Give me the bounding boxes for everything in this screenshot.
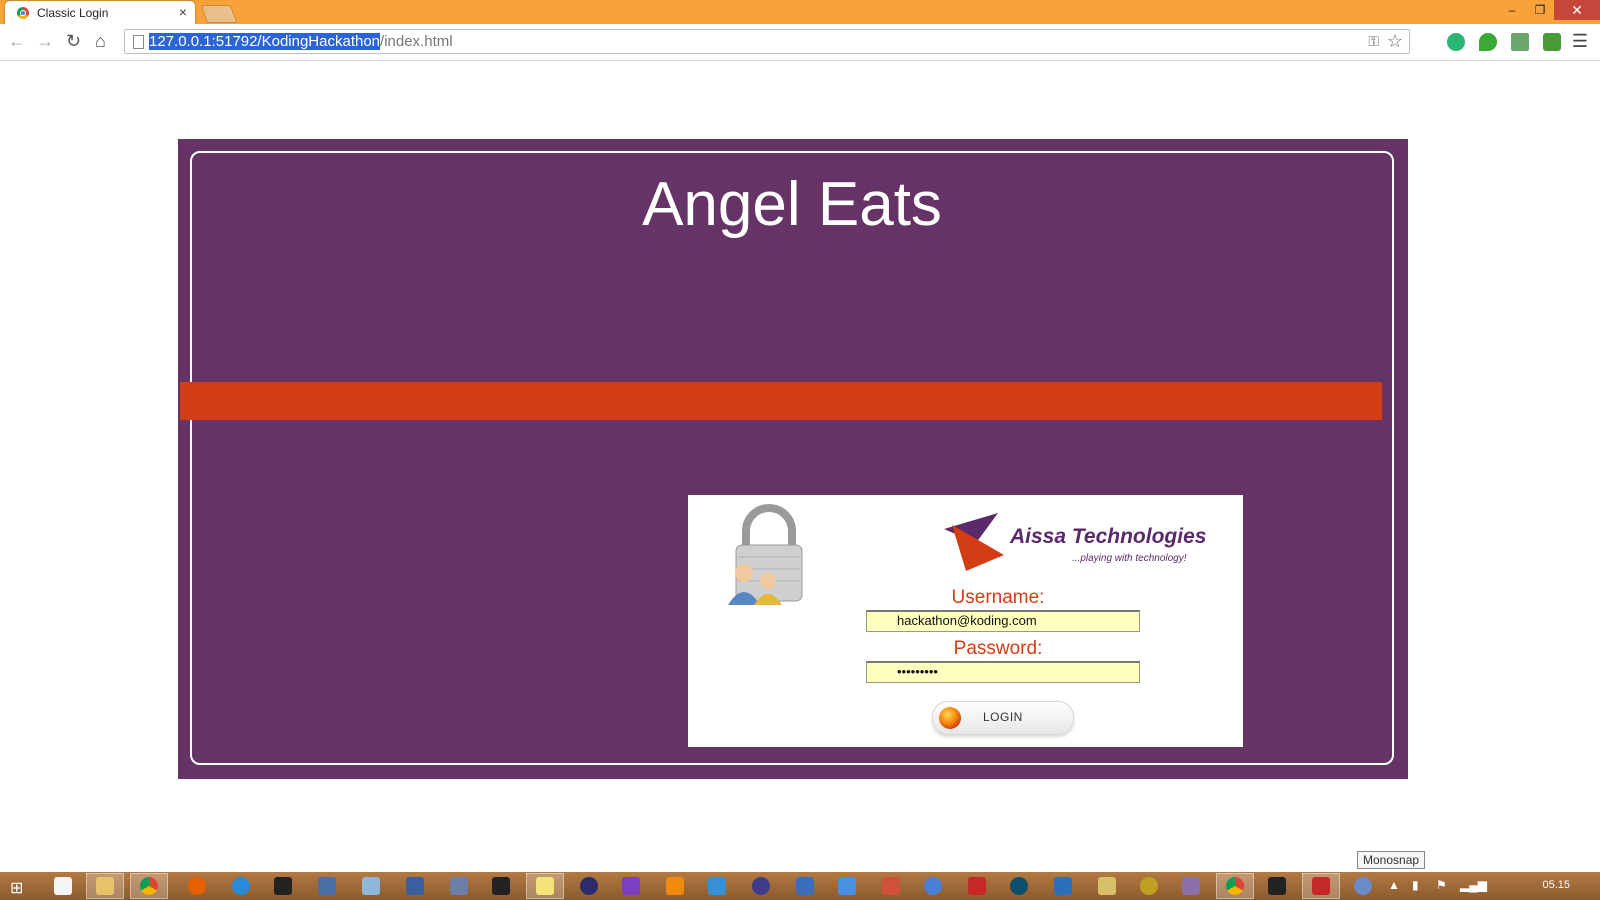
eclipse-icon[interactable] — [580, 877, 598, 895]
page-icon — [133, 35, 144, 49]
webstorm-icon[interactable] — [708, 877, 726, 895]
key-icon[interactable]: ⚿ — [1368, 33, 1379, 50]
network-signal-icon[interactable]: ▂▄▆ — [1460, 878, 1487, 892]
chrome-menu-icon[interactable]: ☰ — [1572, 31, 1588, 52]
mail-icon[interactable] — [362, 877, 380, 895]
scissors-icon[interactable] — [1098, 877, 1116, 895]
username-label: Username: — [951, 587, 1045, 608]
evernote-extension-icon[interactable] — [1479, 33, 1497, 51]
vlc-icon[interactable] — [666, 877, 684, 895]
forward-arrow-icon[interactable]: → — [36, 31, 54, 51]
reload-icon[interactable]: ↻ — [66, 31, 81, 51]
username-field[interactable]: hackathon@koding.com — [866, 610, 1140, 632]
page-title: Angel Eats — [642, 170, 942, 239]
visual-studio-icon[interactable] — [622, 877, 640, 895]
polymer-login-link[interactable]: Polymer Login — [178, 693, 1378, 710]
chrome-favicon-icon — [17, 7, 29, 19]
tool-icon[interactable] — [796, 877, 814, 895]
amazon-icon[interactable] — [492, 877, 510, 895]
logo-tagline: ...playing with technology! — [1072, 553, 1187, 564]
close-window-button[interactable]: ✕ — [1554, 0, 1600, 20]
windows-taskbar: ⊞ ▲ ▮ ⚑ ▂▄▆ 05.15 — [0, 872, 1600, 900]
chrome-window-icon[interactable] — [1226, 877, 1244, 895]
calculator-icon[interactable] — [54, 877, 72, 895]
new-tab-button[interactable] — [200, 5, 238, 23]
aissa-logo-mark-icon — [944, 513, 1004, 571]
puzzle-extension-icon[interactable] — [1511, 33, 1529, 51]
browser-tab-classic-login[interactable]: Classic Login × — [4, 0, 196, 25]
browser-toolbar: ← → ↻ ⌂ 127.0.0.1:51792/KodingHackathon/… — [0, 24, 1600, 61]
taskbar-clock[interactable]: 05.15 — [1542, 879, 1570, 891]
terminal-icon[interactable] — [274, 877, 292, 895]
lion-app-icon[interactable] — [1140, 877, 1158, 895]
chart-app-icon[interactable] — [450, 877, 468, 895]
network-tool-icon[interactable] — [318, 877, 336, 895]
flag-icon[interactable]: ⚑ — [1436, 878, 1447, 892]
restore-button[interactable]: ❐ — [1526, 0, 1554, 20]
battery-icon[interactable]: ▮ — [1412, 878, 1419, 892]
tab-title: Classic Login — [37, 6, 109, 20]
tray-expand-icon[interactable]: ▲ — [1388, 878, 1400, 892]
filezilla-icon[interactable] — [1312, 877, 1330, 895]
monosnap-tooltip: Monosnap — [1357, 851, 1426, 869]
sticky-notes-icon[interactable] — [536, 877, 554, 895]
padlock-users-icon — [728, 504, 803, 605]
password-field[interactable]: ••••••••• — [866, 661, 1140, 683]
password-label: Password: — [953, 638, 1043, 659]
monosnap-extension-icon[interactable] — [1543, 33, 1561, 51]
shield-app-icon[interactable] — [838, 877, 856, 895]
main-panel: Angel Eats Aissa Technologies ...playing… — [178, 139, 1408, 779]
editor-icon[interactable] — [406, 877, 424, 895]
motorola-icon[interactable] — [1010, 877, 1028, 895]
login-button-label: LOGIN — [983, 710, 1023, 724]
minimize-button[interactable]: – — [1498, 0, 1526, 20]
browser-titlebar: Classic Login × – ❐ ✕ — [0, 0, 1600, 25]
url-text[interactable]: 127.0.0.1:51792/KodingHackathon/index.ht… — [149, 33, 453, 50]
file-explorer-icon[interactable] — [96, 877, 114, 895]
filezilla-z-icon[interactable] — [968, 877, 986, 895]
paint-icon[interactable] — [882, 877, 900, 895]
window-controls: – ❐ ✕ — [1498, 0, 1600, 20]
home-icon[interactable]: ⌂ — [95, 31, 106, 51]
app-globe-icon[interactable] — [1354, 877, 1372, 895]
firefox-icon[interactable] — [188, 877, 206, 895]
puzzle-app-icon[interactable] — [1054, 877, 1072, 895]
app-circle-icon[interactable] — [752, 877, 770, 895]
header-band — [180, 382, 1382, 420]
logo-name: Aissa Technologies — [1010, 525, 1207, 548]
bookmark-star-icon[interactable]: ☆ — [1387, 31, 1403, 52]
tab-close-icon[interactable]: × — [179, 4, 187, 20]
address-bar[interactable]: 127.0.0.1:51792/KodingHackathon/index.ht… — [124, 29, 1410, 54]
grammarly-extension-icon[interactable] — [1447, 33, 1465, 51]
r-app-icon[interactable] — [924, 877, 942, 895]
cmd-icon[interactable] — [1268, 877, 1286, 895]
back-arrow-icon[interactable]: ← — [8, 31, 26, 51]
orange-orb-icon — [939, 707, 961, 729]
internet-explorer-icon[interactable] — [232, 877, 250, 895]
aissa-technologies-logo: Aissa Technologies ...playing with techn… — [942, 507, 1222, 579]
chrome-taskbar-icon[interactable] — [140, 877, 158, 895]
start-button-icon[interactable]: ⊞ — [10, 878, 23, 898]
db-app-icon[interactable] — [1182, 877, 1200, 895]
